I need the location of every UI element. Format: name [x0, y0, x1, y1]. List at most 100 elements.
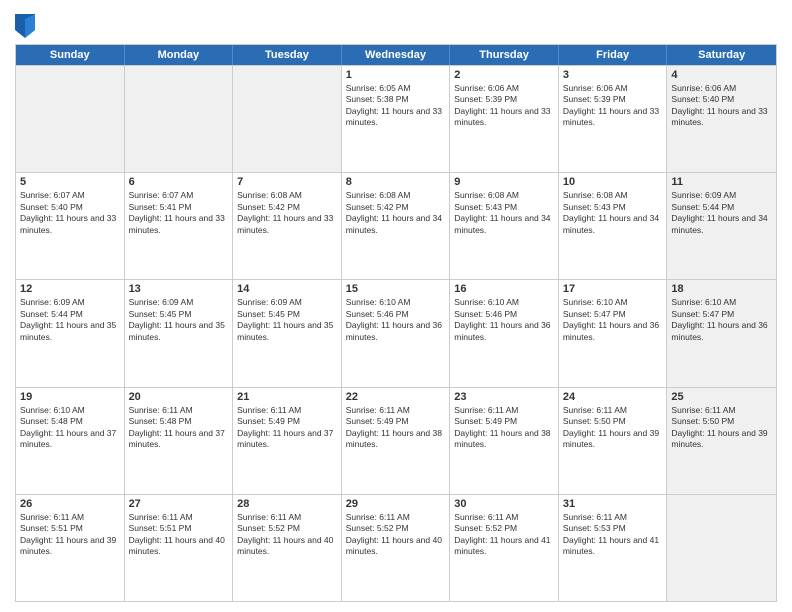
- day-number: 15: [346, 283, 446, 295]
- cal-cell-6: 6 Sunrise: 6:07 AM Sunset: 5:41 PM Daylig…: [125, 173, 234, 279]
- cell-info: Sunrise: 6:09 AM Sunset: 5:44 PM Dayligh…: [671, 190, 772, 236]
- cal-cell-7: 7Sunrise: 6:08 AM Sunset: 5:42 PM Daylig…: [233, 173, 342, 279]
- day-number: 14: [237, 283, 337, 295]
- cell-info: Sunrise: 6:10 AM Sunset: 5:46 PM Dayligh…: [454, 297, 554, 343]
- cal-cell-31: 31 Sunrise: 6:11 AM Sunset: 5:53 PM Dayli…: [559, 495, 668, 601]
- logo: [15, 14, 38, 38]
- day-number: 20: [129, 391, 229, 403]
- cal-cell-21: 21 Sunrise: 6:11 AM Sunset: 5:49 PM Dayli…: [233, 388, 342, 494]
- calendar-row-3: 12 Sunrise: 6:09 AM Sunset: 5:44 PM Dayli…: [16, 279, 776, 386]
- page: SundayMondayTuesdayWednesdayThursdayFrid…: [0, 0, 792, 612]
- day-number: 21: [237, 391, 337, 403]
- day-number: 26: [20, 498, 120, 510]
- cal-cell-17: 17 Sunrise: 6:10 AM Sunset: 5:47 PM Dayli…: [559, 280, 668, 386]
- calendar: SundayMondayTuesdayWednesdayThursdayFrid…: [15, 44, 777, 602]
- cell-info: Sunrise: 6:07 AM Sunset: 5:41 PM Dayligh…: [129, 190, 229, 236]
- cell-info: Sunrise: 6:07 AM Sunset: 5:40 PM Dayligh…: [20, 190, 120, 236]
- day-number: 29: [346, 498, 446, 510]
- day-number: 25: [671, 391, 772, 403]
- header-day-monday: Monday: [125, 45, 234, 65]
- calendar-row-4: 19 Sunrise: 6:10 AM Sunset: 5:48 PM Dayli…: [16, 387, 776, 494]
- cal-cell-16: 16 Sunrise: 6:10 AM Sunset: 5:46 PM Dayli…: [450, 280, 559, 386]
- day-number: 5: [20, 176, 120, 188]
- day-number: 12: [20, 283, 120, 295]
- day-number: 3: [563, 69, 663, 81]
- day-number: 19: [20, 391, 120, 403]
- header: [15, 10, 777, 38]
- day-number: 11: [671, 176, 772, 188]
- cell-info: Sunrise: 6:08 AM Sunset: 5:42 PM Dayligh…: [237, 190, 337, 236]
- cal-cell-empty: [667, 495, 776, 601]
- cell-info: Sunrise: 6:06 AM Sunset: 5:39 PM Dayligh…: [563, 83, 663, 129]
- cell-info: Sunrise: 6:11 AM Sunset: 5:49 PM Dayligh…: [346, 405, 446, 451]
- day-number: 8: [346, 176, 446, 188]
- header-day-sunday: Sunday: [16, 45, 125, 65]
- cal-cell-empty: [233, 66, 342, 172]
- cell-info: Sunrise: 6:11 AM Sunset: 5:50 PM Dayligh…: [563, 405, 663, 451]
- cell-info: Sunrise: 6:09 AM Sunset: 5:44 PM Dayligh…: [20, 297, 120, 343]
- header-day-saturday: Saturday: [667, 45, 776, 65]
- cal-cell-20: 20 Sunrise: 6:11 AM Sunset: 5:48 PM Dayli…: [125, 388, 234, 494]
- day-number: 1: [346, 69, 446, 81]
- cal-cell-29: 29 Sunrise: 6:11 AM Sunset: 5:52 PM Dayli…: [342, 495, 451, 601]
- header-day-thursday: Thursday: [450, 45, 559, 65]
- cal-cell-25: 25 Sunrise: 6:11 AM Sunset: 5:50 PM Dayli…: [667, 388, 776, 494]
- day-number: 13: [129, 283, 229, 295]
- cal-cell-27: 27 Sunrise: 6:11 AM Sunset: 5:51 PM Dayli…: [125, 495, 234, 601]
- cal-cell-11: 11 Sunrise: 6:09 AM Sunset: 5:44 PM Dayli…: [667, 173, 776, 279]
- cal-cell-26: 26 Sunrise: 6:11 AM Sunset: 5:51 PM Dayli…: [16, 495, 125, 601]
- cell-info: Sunrise: 6:09 AM Sunset: 5:45 PM Dayligh…: [129, 297, 229, 343]
- day-number: 16: [454, 283, 554, 295]
- cell-info: Sunrise: 6:11 AM Sunset: 5:50 PM Dayligh…: [671, 405, 772, 451]
- cal-cell-13: 13 Sunrise: 6:09 AM Sunset: 5:45 PM Dayli…: [125, 280, 234, 386]
- cal-cell-2: 2 Sunrise: 6:06 AM Sunset: 5:39 PM Daylig…: [450, 66, 559, 172]
- cal-cell-4: 4Sunrise: 6:06 AM Sunset: 5:40 PM Daylig…: [667, 66, 776, 172]
- cell-info: Sunrise: 6:11 AM Sunset: 5:51 PM Dayligh…: [20, 512, 120, 558]
- cal-cell-18: 18 Sunrise: 6:10 AM Sunset: 5:47 PM Dayli…: [667, 280, 776, 386]
- header-day-tuesday: Tuesday: [233, 45, 342, 65]
- cal-cell-1: 1 Sunrise: 6:05 AM Sunset: 5:38 PM Daylig…: [342, 66, 451, 172]
- cell-info: Sunrise: 6:08 AM Sunset: 5:43 PM Dayligh…: [454, 190, 554, 236]
- cell-info: Sunrise: 6:11 AM Sunset: 5:48 PM Dayligh…: [129, 405, 229, 451]
- day-number: 28: [237, 498, 337, 510]
- cal-cell-23: 23Sunrise: 6:11 AM Sunset: 5:49 PM Dayli…: [450, 388, 559, 494]
- day-number: 31: [563, 498, 663, 510]
- cal-cell-8: 8 Sunrise: 6:08 AM Sunset: 5:42 PM Daylig…: [342, 173, 451, 279]
- day-number: 6: [129, 176, 229, 188]
- day-number: 4: [671, 69, 772, 81]
- cell-info: Sunrise: 6:11 AM Sunset: 5:49 PM Dayligh…: [237, 405, 337, 451]
- logo-icon: [15, 14, 35, 38]
- day-number: 24: [563, 391, 663, 403]
- cell-info: Sunrise: 6:11 AM Sunset: 5:52 PM Dayligh…: [454, 512, 554, 558]
- cell-info: Sunrise: 6:05 AM Sunset: 5:38 PM Dayligh…: [346, 83, 446, 129]
- cal-cell-15: 15Sunrise: 6:10 AM Sunset: 5:46 PM Dayli…: [342, 280, 451, 386]
- cell-info: Sunrise: 6:11 AM Sunset: 5:52 PM Dayligh…: [346, 512, 446, 558]
- day-number: 2: [454, 69, 554, 81]
- cell-info: Sunrise: 6:11 AM Sunset: 5:51 PM Dayligh…: [129, 512, 229, 558]
- cell-info: Sunrise: 6:10 AM Sunset: 5:48 PM Dayligh…: [20, 405, 120, 451]
- cal-cell-14: 14Sunrise: 6:09 AM Sunset: 5:45 PM Dayli…: [233, 280, 342, 386]
- cal-cell-empty: [16, 66, 125, 172]
- day-number: 17: [563, 283, 663, 295]
- day-number: 22: [346, 391, 446, 403]
- cell-info: Sunrise: 6:11 AM Sunset: 5:53 PM Dayligh…: [563, 512, 663, 558]
- cal-cell-12: 12 Sunrise: 6:09 AM Sunset: 5:44 PM Dayli…: [16, 280, 125, 386]
- cal-cell-28: 28Sunrise: 6:11 AM Sunset: 5:52 PM Dayli…: [233, 495, 342, 601]
- cal-cell-30: 30 Sunrise: 6:11 AM Sunset: 5:52 PM Dayli…: [450, 495, 559, 601]
- day-number: 9: [454, 176, 554, 188]
- day-number: 18: [671, 283, 772, 295]
- cal-cell-3: 3 Sunrise: 6:06 AM Sunset: 5:39 PM Daylig…: [559, 66, 668, 172]
- cal-cell-10: 10Sunrise: 6:08 AM Sunset: 5:43 PM Dayli…: [559, 173, 668, 279]
- cal-cell-empty: [125, 66, 234, 172]
- cell-info: Sunrise: 6:08 AM Sunset: 5:42 PM Dayligh…: [346, 190, 446, 236]
- calendar-row-5: 26 Sunrise: 6:11 AM Sunset: 5:51 PM Dayli…: [16, 494, 776, 601]
- cell-info: Sunrise: 6:10 AM Sunset: 5:47 PM Dayligh…: [671, 297, 772, 343]
- cell-info: Sunrise: 6:06 AM Sunset: 5:39 PM Dayligh…: [454, 83, 554, 129]
- day-number: 30: [454, 498, 554, 510]
- cell-info: Sunrise: 6:10 AM Sunset: 5:47 PM Dayligh…: [563, 297, 663, 343]
- day-number: 10: [563, 176, 663, 188]
- day-number: 27: [129, 498, 229, 510]
- cal-cell-5: 5 Sunrise: 6:07 AM Sunset: 5:40 PM Daylig…: [16, 173, 125, 279]
- cell-info: Sunrise: 6:11 AM Sunset: 5:49 PM Dayligh…: [454, 405, 554, 451]
- cal-cell-22: 22 Sunrise: 6:11 AM Sunset: 5:49 PM Dayli…: [342, 388, 451, 494]
